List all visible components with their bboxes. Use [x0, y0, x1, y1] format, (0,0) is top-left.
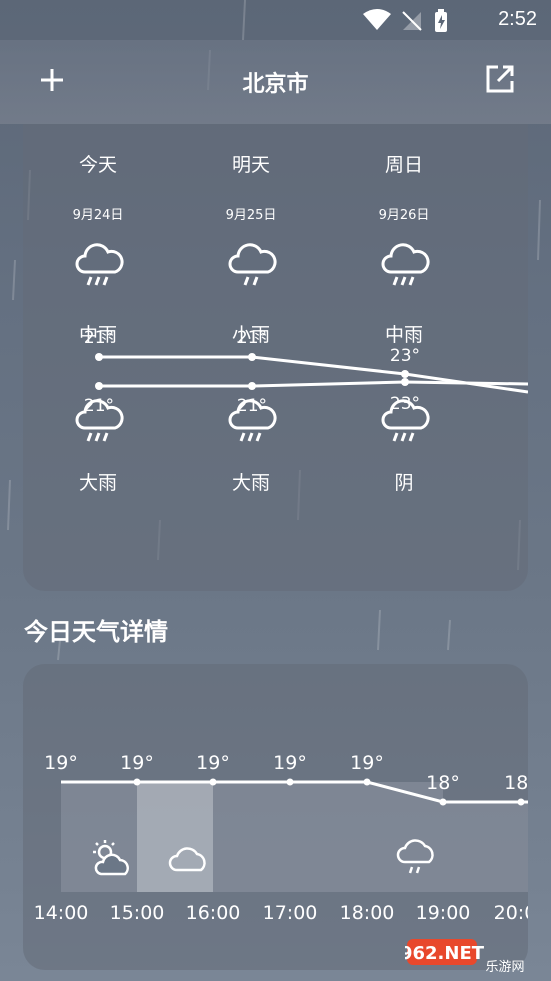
- hour-time: 15:00: [109, 902, 165, 924]
- low-temp-line: [99, 380, 528, 388]
- high-temp-label: 23°: [389, 346, 421, 366]
- hour-point: [517, 798, 525, 806]
- hour-temp: 19°: [196, 752, 230, 774]
- hour-temp: 19°: [273, 752, 307, 774]
- watermark-logo: 962.NET 乐游网: [405, 939, 525, 975]
- share-icon[interactable]: [483, 62, 517, 96]
- hour-point: [133, 778, 141, 786]
- temp-point: [401, 370, 409, 378]
- section-title: 今日天气详情: [24, 618, 168, 646]
- hour-bar: [213, 782, 443, 892]
- high-temp-label: 21°: [83, 328, 115, 348]
- city-title: 北京市: [242, 72, 309, 97]
- watermark-main: 962.NET: [405, 943, 485, 964]
- hour-bar-highlight: [137, 782, 213, 892]
- temp-point: [401, 378, 409, 386]
- hour-time: 14:00: [33, 902, 89, 924]
- hour-bar: [61, 782, 137, 892]
- low-temp-label: 21°: [236, 396, 268, 416]
- hour-time: 17:00: [262, 902, 318, 924]
- temp-point: [248, 353, 256, 361]
- low-temp-label: 23°: [389, 394, 421, 414]
- temp-point: [248, 382, 256, 390]
- status-bar: 2:52: [0, 0, 551, 38]
- hour-point: [363, 778, 371, 786]
- hour-point: [209, 778, 217, 786]
- hour-time: 20:00: [493, 902, 528, 924]
- hour-temp: 19°: [350, 752, 384, 774]
- hour-point: [286, 778, 294, 786]
- hour-bar: [443, 802, 528, 892]
- hour-time: 16:00: [185, 902, 241, 924]
- wifi-icon: [363, 9, 391, 30]
- hour-time: 19:00: [415, 902, 471, 924]
- forecast-card: 今天 9月24日 中雨 大雨 明天 9月25日 小雨 大雨 周日 9月26日 中…: [23, 124, 528, 591]
- status-time: 2:52: [498, 8, 537, 30]
- battery-icon: [435, 9, 447, 32]
- hour-temp: 19°: [120, 752, 154, 774]
- hour-temp: 18°: [504, 772, 528, 794]
- hour-temp: 19°: [44, 752, 78, 774]
- top-bar: 北京市: [0, 40, 551, 124]
- temp-point: [95, 353, 103, 361]
- hour-point: [439, 798, 447, 806]
- watermark-sub: 乐游网: [485, 960, 524, 975]
- hour-temp: 18°: [426, 772, 460, 794]
- high-temp-label: 21°: [236, 328, 268, 348]
- hourly-card: 19° 19° 19° 19° 19° 18° 18° 14:00 15:00 …: [23, 664, 528, 970]
- no-signal-icon: [402, 11, 422, 31]
- hour-time: 18:00: [339, 902, 395, 924]
- temperature-trend: [95, 353, 528, 394]
- hourly-chart: [61, 778, 528, 892]
- low-temp-label: 21°: [83, 396, 115, 416]
- temp-point: [95, 382, 103, 390]
- status-icons: [363, 9, 447, 32]
